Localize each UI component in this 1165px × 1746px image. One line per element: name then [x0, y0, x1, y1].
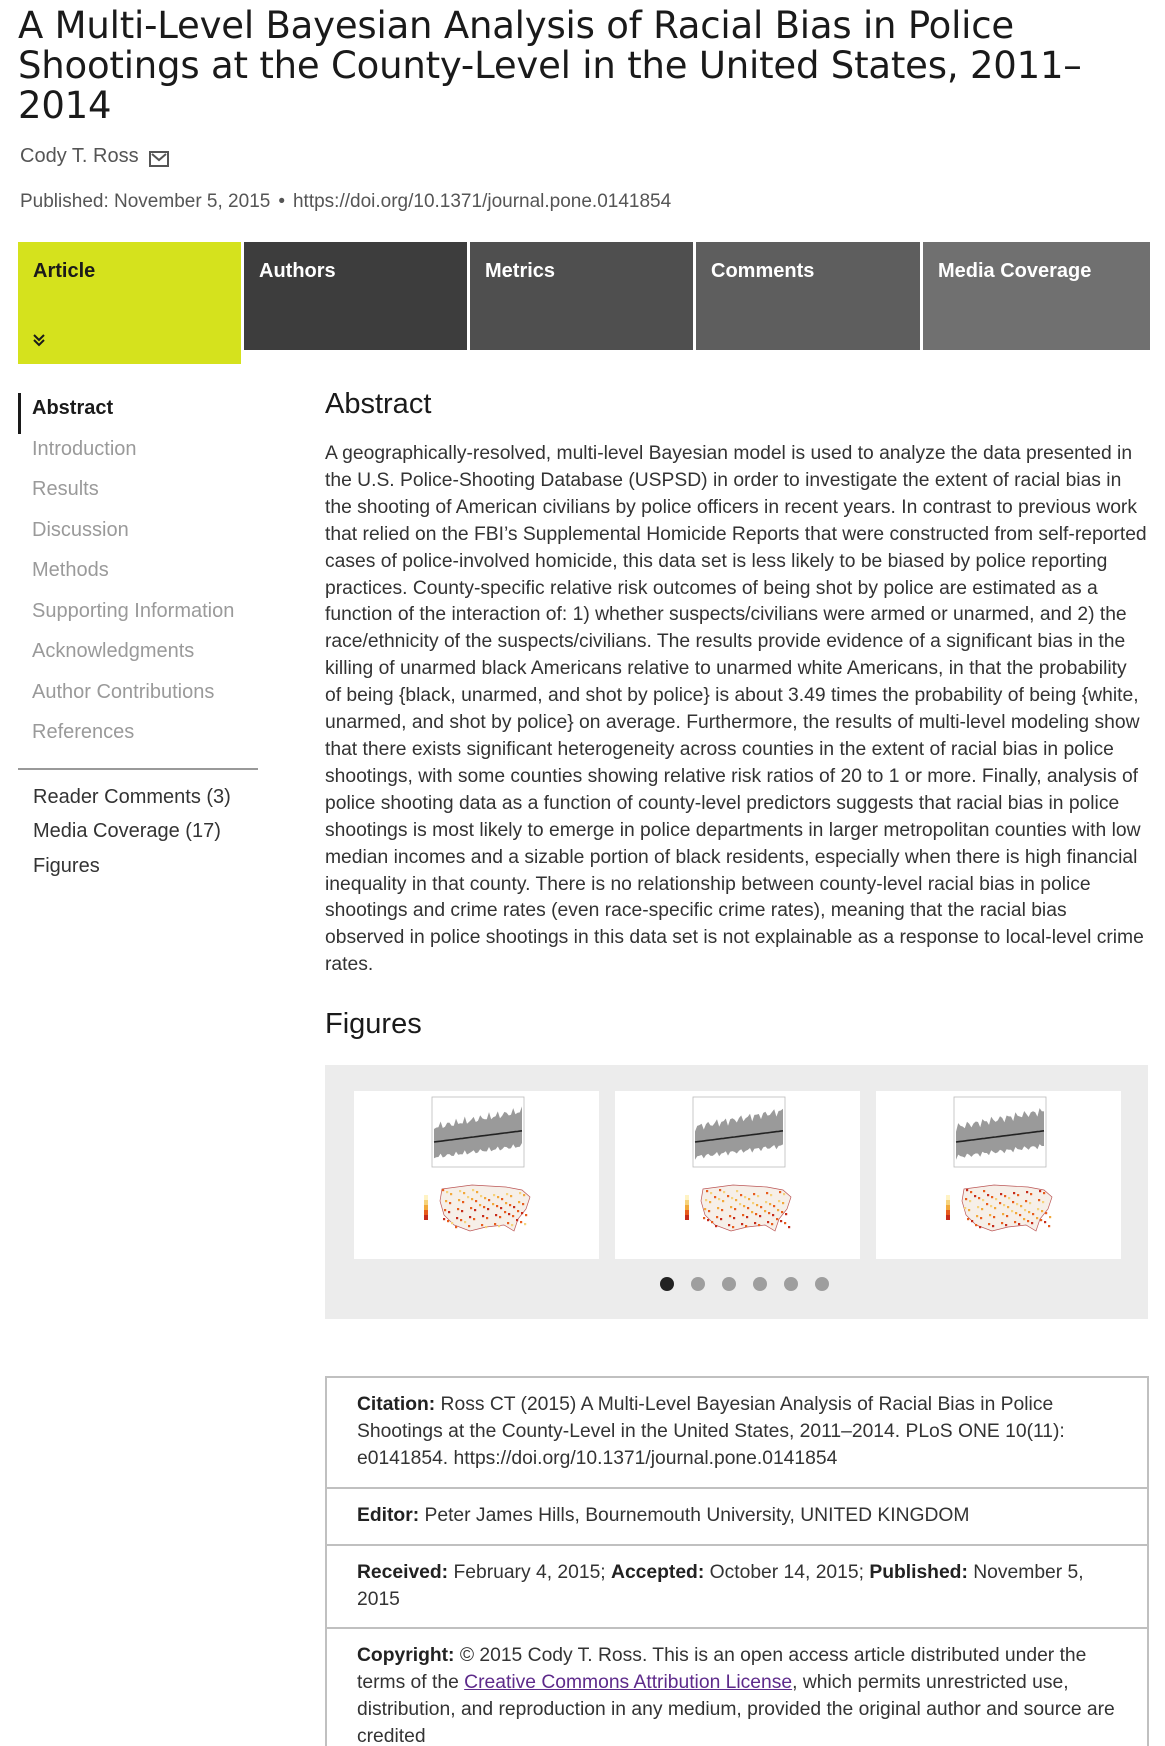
carousel-dot[interactable]: [691, 1277, 705, 1291]
author-line: Cody T. Ross: [20, 145, 169, 168]
published-label: Published:: [869, 1561, 968, 1583]
abstract-heading: Abstract: [325, 388, 432, 420]
citation-label: Citation:: [357, 1394, 436, 1415]
editor-row: Editor: Peter James Hills, Bournemouth U…: [327, 1489, 1147, 1546]
carousel-dot[interactable]: [815, 1277, 829, 1291]
figure-preview-graphic: [946, 1096, 1053, 1232]
tab-comments-label: Comments: [711, 260, 815, 282]
figure-thumbnail[interactable]: [615, 1091, 860, 1259]
accepted-label: Accepted:: [611, 1561, 705, 1583]
nav-item-media-coverage[interactable]: Media Coverage (17): [18, 816, 260, 851]
nav-item-figures[interactable]: Figures: [18, 851, 260, 886]
tab-article[interactable]: Article: [18, 242, 241, 364]
chevron-down-icon: [32, 331, 46, 352]
tab-metrics[interactable]: Metrics: [470, 242, 693, 350]
author-name[interactable]: Cody T. Ross: [20, 145, 139, 168]
carousel-dot[interactable]: [722, 1277, 736, 1291]
article-title: A Multi-Level Bayesian Analysis of Racia…: [18, 4, 1082, 127]
nav-item-results[interactable]: Results: [18, 474, 260, 515]
figures-heading: Figures: [325, 1008, 422, 1040]
publication-info: Published: November 5, 2015 • https://doi.…: [20, 191, 671, 213]
nav-item-reader-comments[interactable]: Reader Comments (3): [18, 782, 260, 817]
nav-item-supporting-information[interactable]: Supporting Information: [18, 596, 260, 637]
citation-text: Ross CT (2015) A Multi-Level Bayesian An…: [357, 1394, 1065, 1469]
carousel-dot[interactable]: [660, 1277, 674, 1291]
separator-dot: •: [278, 191, 285, 212]
nav-divider: [18, 767, 258, 770]
nav-item-discussion[interactable]: Discussion: [18, 515, 260, 556]
article-main: Abstract A geographically-resolved, mult…: [325, 388, 1147, 1040]
envelope-icon[interactable]: [148, 150, 169, 167]
tab-media-coverage[interactable]: Media Coverage: [923, 242, 1150, 350]
tab-metrics-label: Metrics: [485, 260, 556, 282]
nav-item-acknowledgments[interactable]: Acknowledgments: [18, 636, 260, 677]
published-date: Published: November 5, 2015: [20, 191, 271, 212]
citation-row: Citation: Ross CT (2015) A Multi-Level B…: [327, 1378, 1147, 1489]
figures-carousel: [325, 1065, 1148, 1319]
tab-authors[interactable]: Authors: [244, 242, 467, 350]
editor-text: Peter James Hills, Bournemouth Universit…: [419, 1504, 970, 1526]
received-label: Received:: [357, 1561, 449, 1583]
tab-article-label: Article: [33, 260, 96, 282]
section-nav: Abstract Introduction Results Discussion…: [18, 393, 260, 885]
nav-extras: Reader Comments (3) Media Coverage (17) …: [18, 782, 260, 886]
nav-item-references[interactable]: References: [18, 717, 260, 758]
carousel-dots: [325, 1277, 1148, 1291]
article-tabs: Article Authors Metrics Comments Media C…: [18, 242, 1150, 366]
nav-item-introduction[interactable]: Introduction: [18, 434, 260, 475]
figure-thumbnail[interactable]: [876, 1091, 1121, 1259]
tab-comments[interactable]: Comments: [696, 242, 920, 350]
figure-thumbnail[interactable]: [354, 1091, 599, 1259]
doi-link[interactable]: https://doi.org/10.1371/journal.pone.014…: [293, 191, 671, 212]
nav-item-author-contributions[interactable]: Author Contributions: [18, 677, 260, 718]
license-link[interactable]: Creative Commons Attribution License: [464, 1672, 792, 1693]
tab-authors-label: Authors: [259, 260, 336, 282]
abstract-text: A geographically-resolved, multi-level B…: [325, 443, 1147, 976]
copyright-label: Copyright:: [357, 1645, 455, 1667]
copyright-row: Copyright: © 2015 Cody T. Ross. This is …: [327, 1629, 1147, 1746]
nav-item-abstract[interactable]: Abstract: [18, 393, 260, 434]
editor-label: Editor:: [357, 1504, 420, 1526]
figure-preview-graphic: [685, 1096, 792, 1232]
nav-item-methods[interactable]: Methods: [18, 555, 260, 596]
citation-box: Citation: Ross CT (2015) A Multi-Level B…: [325, 1376, 1149, 1746]
tab-media-coverage-label: Media Coverage: [938, 260, 1092, 282]
carousel-dot[interactable]: [753, 1277, 767, 1291]
carousel-dot[interactable]: [784, 1277, 798, 1291]
dates-row: Received: February 4, 2015; Accepted: Oc…: [327, 1546, 1147, 1630]
received-date: February 4, 2015;: [448, 1561, 612, 1583]
figure-preview-graphic: [424, 1096, 531, 1232]
accepted-date: October 14, 2015;: [704, 1561, 870, 1583]
